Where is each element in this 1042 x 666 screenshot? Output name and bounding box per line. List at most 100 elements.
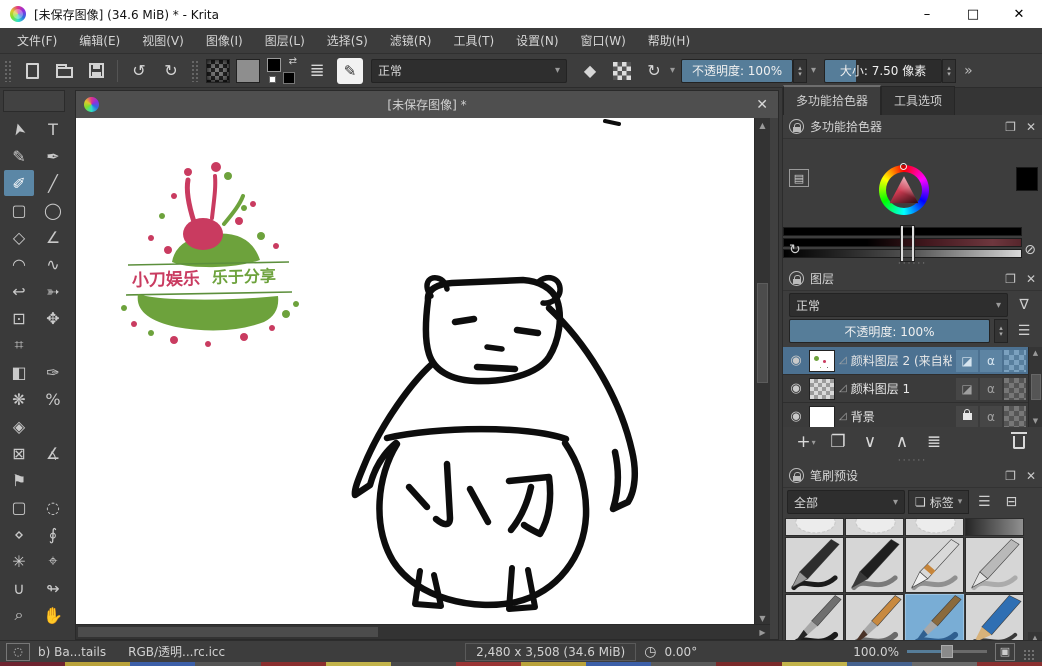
save-document-button[interactable]: [83, 58, 109, 84]
menu-item[interactable]: 文件(F): [6, 28, 68, 54]
reload-brush-button[interactable]: ↻: [641, 58, 667, 84]
toolbar-drag-handle[interactable]: [191, 60, 199, 82]
brush-preset-eraser-circle-hard[interactable]: [845, 518, 904, 536]
selection-mode-button[interactable]: ◌: [6, 643, 30, 661]
maximize-button[interactable]: □: [950, 0, 996, 28]
color-selector-menu-button[interactable]: ▤: [789, 169, 809, 187]
layer-row[interactable]: ◉◿颜料图层 1◪α: [783, 375, 1042, 403]
eraser-mode-button[interactable]: ◆: [577, 58, 603, 84]
spin-down-icon[interactable]: ▾: [798, 71, 802, 77]
select-by-color-tool[interactable]: ⌖: [38, 548, 68, 574]
window-resize-grip[interactable]: [1023, 649, 1036, 662]
gradient-chooser-button[interactable]: [206, 59, 230, 83]
opacity-slider[interactable]: 不透明度: 100%: [681, 59, 793, 83]
edit-shapes-tool[interactable]: ✎: [4, 143, 34, 169]
multibrush-tool[interactable]: ➳: [38, 278, 68, 304]
layer-opacity-slider[interactable]: 不透明度: 100%: [789, 319, 990, 343]
layer-row[interactable]: ◉◿颜料图层 2 (来自粘贴)◪α: [783, 347, 1042, 375]
similar-color-select-tool[interactable]: ✳: [4, 548, 34, 574]
brush-preset-eraser-circle[interactable]: [785, 518, 844, 536]
opacity-spinner[interactable]: ▴▾: [793, 59, 807, 83]
fill-tool[interactable]: ◈: [4, 413, 34, 439]
layer-name[interactable]: 颜料图层 1: [851, 380, 952, 397]
layer-list-scrollbar[interactable]: ▲ ▼: [1028, 347, 1042, 427]
layer-blend-mode-dropdown[interactable]: 正常 ▾: [789, 293, 1008, 317]
pan-tool[interactable]: ✋: [38, 602, 68, 628]
duplicate-layer-button[interactable]: ❐: [823, 429, 853, 455]
polyline-tool[interactable]: ∠: [38, 224, 68, 250]
layer-properties-button[interactable]: ≣: [919, 429, 949, 455]
close-button[interactable]: ✕: [996, 0, 1042, 28]
brush-option-slider-button[interactable]: ≣: [304, 58, 330, 84]
reference-images-tool[interactable]: ⚑: [4, 467, 34, 493]
polygon-select-tool[interactable]: ⋄: [4, 521, 34, 547]
horizontal-scroll-thumb[interactable]: [78, 627, 378, 637]
bezier-curve-tool[interactable]: ◠: [4, 251, 34, 277]
close-docker-icon[interactable]: ✕: [1026, 469, 1036, 483]
rectangle-tool[interactable]: ▢: [4, 197, 34, 223]
calligraphy-tool[interactable]: ✒: [38, 143, 68, 169]
pattern-chooser-button[interactable]: [236, 59, 260, 83]
zoom-percentage[interactable]: 100.0%: [853, 645, 899, 659]
delete-layer-button[interactable]: [1004, 429, 1034, 455]
brush-preset-marker-black[interactable]: [845, 537, 904, 593]
menu-item[interactable]: 图像(I): [195, 28, 254, 54]
float-docker-icon[interactable]: ❐: [1005, 469, 1016, 483]
inherit-alpha-icon[interactable]: ◪: [956, 378, 978, 400]
gradient-tool[interactable]: ◧: [4, 359, 34, 385]
polygon-tool[interactable]: ◇: [4, 224, 34, 250]
undo-button[interactable]: ↺: [126, 58, 152, 84]
patch-tool[interactable]: ❋: [4, 386, 34, 412]
scroll-right-icon[interactable]: ▶: [755, 625, 770, 639]
vertical-scroll-thumb[interactable]: [757, 283, 768, 383]
hue-marker[interactable]: [900, 163, 907, 170]
menu-item[interactable]: 图层(L): [254, 28, 316, 54]
no-color-icon[interactable]: ⊘: [1024, 242, 1036, 258]
bezier-select-tool[interactable]: ↬: [38, 575, 68, 601]
redo-button[interactable]: ↻: [158, 58, 184, 84]
layer-alpha-checker-icon[interactable]: [1004, 378, 1026, 400]
scroll-up-icon[interactable]: ▲: [1033, 349, 1038, 357]
new-document-button[interactable]: [19, 58, 45, 84]
brush-preset-ink-pen-black[interactable]: [785, 537, 844, 593]
dynamic-brush-tool[interactable]: ↩: [4, 278, 34, 304]
zoom-slider-handle[interactable]: [941, 645, 953, 658]
foreground-color-swatch[interactable]: [267, 58, 281, 72]
tab-advanced-color-selector[interactable]: 多功能拾色器: [783, 85, 881, 115]
docker-resize-handle[interactable]: ······: [783, 457, 1042, 464]
freehand-path-tool[interactable]: ∿: [38, 251, 68, 277]
alpha-lock-icon[interactable]: α: [980, 378, 1002, 400]
size-spinner[interactable]: ▴▾: [942, 59, 956, 83]
default-colors-swatch[interactable]: [269, 76, 276, 83]
tab-tool-options[interactable]: 工具选项: [881, 86, 955, 115]
layer-thumbnail[interactable]: [809, 350, 835, 372]
menu-item[interactable]: 视图(V): [131, 28, 195, 54]
close-docker-icon[interactable]: ✕: [1026, 120, 1036, 134]
rect-select-tool[interactable]: ▢: [4, 494, 34, 520]
background-color-swatch[interactable]: [283, 72, 295, 84]
color-profile-label[interactable]: RGB/透明...rc.icc: [128, 643, 225, 660]
layer-row[interactable]: ◉◿背景α: [783, 403, 1042, 427]
foreground-background-colors[interactable]: ⇄: [267, 58, 297, 84]
layer-visibility-icon[interactable]: ◉: [787, 353, 805, 368]
freehand-select-tool[interactable]: ∮: [38, 521, 68, 547]
freehand-brush-tool[interactable]: ✐: [4, 170, 34, 196]
menu-item[interactable]: 帮助(H): [637, 28, 701, 54]
alpha-lock-icon[interactable]: α: [980, 406, 1002, 428]
docker-lock-icon[interactable]: [789, 468, 804, 483]
menu-item[interactable]: 滤镜(R): [379, 28, 443, 54]
toolbar-overflow-button[interactable]: »: [964, 63, 973, 79]
chevron-down-icon[interactable]: ▾: [811, 65, 816, 76]
float-docker-icon[interactable]: ❐: [1005, 272, 1016, 286]
measure-tool[interactable]: ∡: [38, 440, 68, 466]
smart-patch-tool[interactable]: %: [38, 386, 68, 412]
brush-detail-toggle-button[interactable]: ⊟: [999, 490, 1023, 514]
alpha-lock-icon[interactable]: α: [980, 350, 1002, 372]
menu-item[interactable]: 选择(S): [316, 28, 379, 54]
brush-preset-fineliner-silver[interactable]: [965, 537, 1024, 593]
refresh-icon[interactable]: ↻: [789, 242, 801, 258]
canvas[interactable]: 小刀娱乐 乐于分享: [76, 118, 756, 626]
ellipse-tool[interactable]: ◯: [38, 197, 68, 223]
brush-preset-ink-pen-white[interactable]: [905, 537, 964, 593]
layer-visibility-icon[interactable]: ◉: [787, 409, 805, 424]
